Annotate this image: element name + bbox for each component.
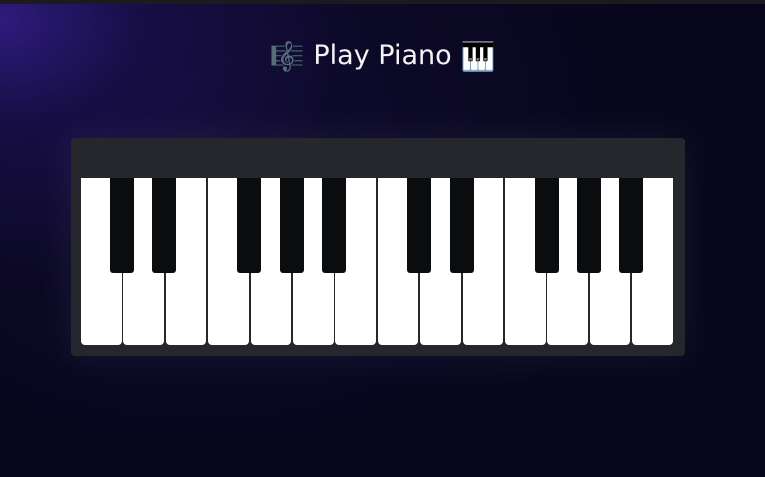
black-key-10[interactable] [618,178,643,273]
piano-keyboard-icon: 🎹 [460,40,496,73]
page-title: 🎼 Play Piano 🎹 [0,36,765,77]
window-top-edge [0,0,765,4]
black-key-1[interactable] [109,178,134,273]
page-title-text: Play Piano [313,40,452,71]
treble-clef-music-icon: 🎼 [269,40,305,73]
black-key-5[interactable] [321,178,346,273]
piano-frame [71,138,685,356]
piano-keyboard [81,178,675,345]
black-key-6[interactable] [406,178,431,273]
black-key-9[interactable] [576,178,601,273]
black-key-8[interactable] [534,178,559,273]
black-key-2[interactable] [151,178,176,273]
black-key-7[interactable] [449,178,474,273]
black-key-3[interactable] [236,178,261,273]
black-key-4[interactable] [279,178,304,273]
